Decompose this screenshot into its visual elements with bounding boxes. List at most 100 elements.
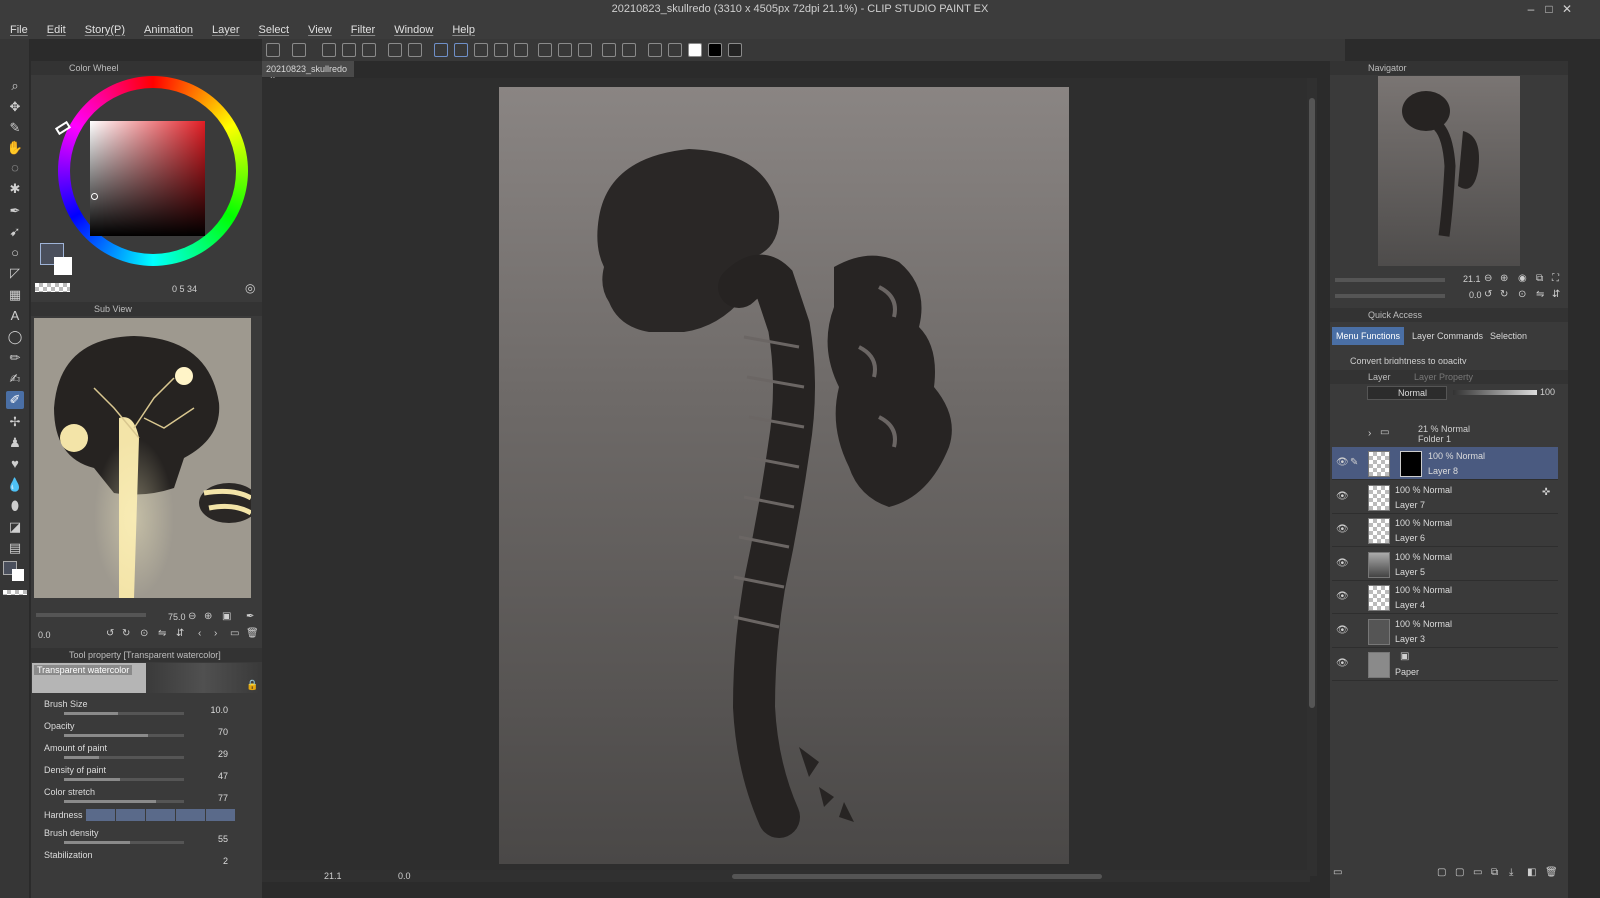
flip-vertical-icon[interactable]: ⇵ [176,628,184,639]
eyedropper-icon[interactable]: ✒ [246,611,254,622]
sub-view-zoom-slider[interactable] [36,613,146,617]
canvas-rotation[interactable]: 0.0 [398,871,411,881]
layer-panel-menu-icon[interactable]: ▭ [1333,867,1342,878]
snap-ruler-icon[interactable] [434,43,448,57]
color-wheel[interactable] [40,76,252,288]
canvas-page[interactable] [499,87,1069,864]
previous-image-icon[interactable]: ‹ [198,628,201,639]
layer-row-layer-6[interactable]: 👁 100 % Normal Layer 6 [1332,514,1558,547]
export-icon[interactable] [362,43,376,57]
tab-layer-commands[interactable]: Layer Commands [1408,327,1487,345]
crop-icon[interactable] [602,43,616,57]
edit-pencil-icon[interactable]: ✎ [1350,457,1358,468]
snap-grid-icon[interactable] [474,43,488,57]
minimize-button[interactable]: – [1524,2,1538,16]
layer-row-layer-7[interactable]: 👁 100 % Normal Layer 7 ✜ [1332,481,1558,514]
stabilization-value[interactable]: 2 [223,856,228,866]
snap-special-ruler-icon[interactable] [454,43,468,57]
menu-filter[interactable]: Filter [351,24,375,36]
canvas-horizontal-scrollbar[interactable] [732,874,1102,879]
ruler-icon[interactable] [494,43,508,57]
nav-actual-size-icon[interactable]: ⧉ [1536,273,1543,284]
import-image-icon[interactable]: ▭ [230,628,239,639]
transform-icon[interactable] [538,43,552,57]
navigator-zoom-slider[interactable] [1335,278,1445,282]
visibility-eye-icon[interactable]: 👁 [1336,457,1349,468]
flip-horizontal-icon[interactable]: ⇋ [158,628,166,639]
navigator-rotation-slider[interactable] [1335,294,1445,298]
brush-density-row[interactable]: Brush density 55 [44,828,236,850]
lock-icon[interactable]: 🔒 [246,680,258,691]
nav-fit-icon[interactable]: ◉ [1518,273,1527,284]
visibility-eye-icon[interactable]: 👁 [1336,491,1349,502]
density-of-paint-row[interactable]: Density of paint 47 [44,765,236,787]
hand-tool-icon[interactable]: ✋ [6,139,24,157]
close-window-button[interactable]: ✕ [1560,2,1574,16]
fit-view-icon[interactable]: ▣ [222,611,231,622]
new-vector-layer-icon[interactable]: ▢ [1455,867,1464,878]
sv-cursor[interactable] [91,193,98,200]
delete-layer-icon[interactable]: 🗑 [1545,867,1558,878]
undo-icon[interactable] [388,43,402,57]
sub-color-swatch[interactable] [12,569,24,581]
amount-of-paint-value[interactable]: 29 [218,749,228,759]
white-color-icon[interactable] [688,43,702,57]
hardness-level-5[interactable] [206,809,235,821]
gradient-tool-icon[interactable]: ▤ [6,539,24,557]
save-icon[interactable] [342,43,356,57]
color-stretch-value[interactable]: 77 [218,793,228,803]
flip-icon[interactable] [648,43,662,57]
folder-row[interactable]: › ▭ 21 % Normal Folder 1 [1332,424,1558,446]
menu-edit[interactable]: Edit [47,24,66,36]
background-color-swatch[interactable] [54,257,72,275]
magic-wand-tool-icon[interactable]: ✱ [6,180,24,198]
navigator-preview[interactable] [1378,76,1520,266]
blend-mode-select[interactable]: Normal [1367,386,1447,400]
pen-tool-icon[interactable]: ✎ [6,119,24,137]
layer-row-paper[interactable]: 👁 ▣ Paper [1332,648,1558,681]
layer-row-layer-5[interactable]: 👁 100 % Normal Layer 5 [1332,548,1558,581]
menu-layer[interactable]: Layer [212,24,240,36]
quick-access-item[interactable]: Convert brightness to opacity [1350,356,1550,364]
zoom-out-icon[interactable]: ⊖ [188,611,196,622]
black-color-icon[interactable] [708,43,722,57]
brush-size-row[interactable]: Brush Size 10.0 [44,699,236,721]
tab-selection[interactable]: Selection [1486,327,1531,345]
airbrush-tool-icon[interactable]: ✢ [6,413,24,431]
fill-tool-icon[interactable]: ⬮ [6,497,24,515]
nav-flip-h-icon[interactable]: ⇋ [1536,289,1544,300]
nav-flip-v-icon[interactable]: ⇵ [1552,289,1560,300]
next-image-icon[interactable]: › [214,628,217,639]
move-tool-icon[interactable]: ✥ [6,98,24,116]
redo-icon[interactable] [408,43,422,57]
fit-icon[interactable] [622,43,636,57]
brush-density-value[interactable]: 55 [218,834,228,844]
nav-zoom-out-icon[interactable]: ⊖ [1484,273,1492,284]
hardness-level-2[interactable] [116,809,145,821]
hardness-level-3[interactable] [146,809,175,821]
nav-zoom-in-icon[interactable]: ⊕ [1500,273,1508,284]
hardness-level-4[interactable] [176,809,205,821]
text-tool-icon[interactable]: A [6,307,24,325]
shape-tool-icon[interactable]: ○ [6,244,24,262]
new-raster-layer-icon[interactable]: ▢ [1437,867,1446,878]
layer-row-layer-8[interactable]: 👁 ✎ 100 % Normal Layer 8 [1332,447,1558,480]
merge-layer-icon[interactable]: ⤓ [1509,867,1513,878]
pen-alt-tool-icon[interactable]: ✍ [6,370,24,388]
visibility-eye-icon[interactable]: 👁 [1336,591,1349,602]
layer-opacity-slider[interactable] [1453,390,1537,395]
layer-row-layer-4[interactable]: 👁 100 % Normal Layer 4 [1332,581,1558,614]
eyedropper-tool-icon[interactable]: ✒ [6,202,24,220]
visibility-eye-icon[interactable]: 👁 [1336,658,1349,669]
decoration-tool-icon[interactable]: ♟ [6,434,24,452]
reset-rotation-icon[interactable]: ⊙ [140,628,148,639]
open-icon[interactable] [322,43,336,57]
lasso-tool-icon[interactable]: ◌ [6,159,24,177]
line-tool-icon[interactable]: ◸ [6,264,24,282]
app-icon[interactable] [266,43,280,57]
grid-icon[interactable] [514,43,528,57]
visibility-eye-icon[interactable]: 👁 [1336,558,1349,569]
favorite-tool-icon[interactable]: ♥ [6,455,24,473]
density-of-paint-value[interactable]: 47 [218,771,228,781]
rotate-icon[interactable] [668,43,682,57]
